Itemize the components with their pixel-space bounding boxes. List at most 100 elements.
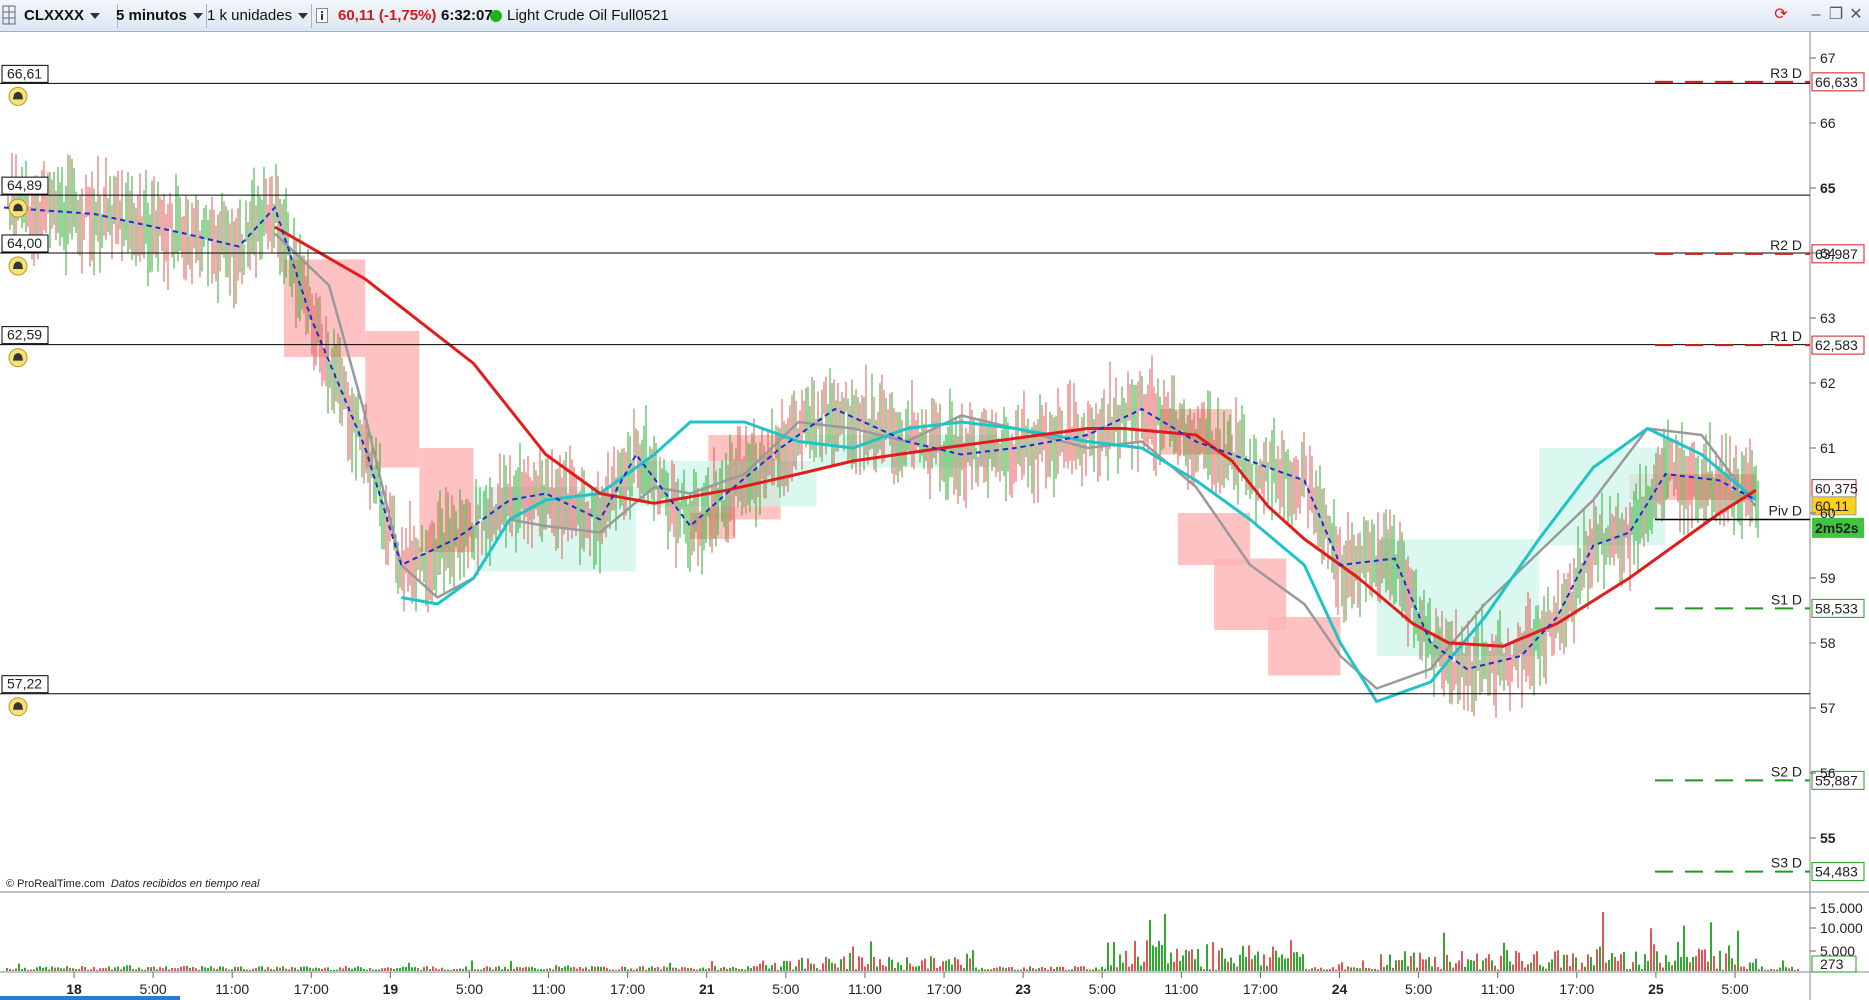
- volume-bar: [1548, 962, 1550, 971]
- volume-bar: [1332, 967, 1334, 971]
- volume-bar: [990, 969, 992, 971]
- volume-bar: [1494, 965, 1496, 971]
- volume-bar: [1020, 969, 1022, 971]
- volume-bar: [1275, 950, 1277, 971]
- timeframe-dropdown[interactable]: 5 minutos: [116, 4, 207, 28]
- volume-bar: [1404, 951, 1406, 971]
- volume-bar: [1710, 922, 1712, 971]
- volume-bar: [462, 968, 464, 971]
- volume-bar: [1209, 969, 1211, 971]
- volume-bar: [1572, 953, 1574, 971]
- volume-bar: [1401, 959, 1403, 971]
- volume-bar: [1014, 969, 1016, 971]
- volume-bar: [45, 966, 47, 971]
- volume-bar: [900, 964, 902, 971]
- volume-bar: [258, 966, 260, 971]
- volume-bar: [834, 963, 836, 971]
- volume-bar: [1182, 955, 1184, 971]
- minimize-icon[interactable]: –: [1807, 6, 1825, 24]
- volume-bar: [594, 966, 596, 971]
- info-icon[interactable]: [316, 4, 330, 28]
- price-tick-label: 64: [1820, 245, 1836, 261]
- volume-bar: [216, 969, 218, 971]
- volume-bar: [1338, 964, 1340, 971]
- volume-bar: [606, 968, 608, 971]
- volume-bar: [735, 967, 737, 971]
- volume-bar: [1665, 955, 1667, 971]
- sync-icon[interactable]: ⟳: [1772, 6, 1790, 24]
- volume-bar: [648, 967, 650, 971]
- volume-bar: [339, 967, 341, 971]
- volume-bar: [1137, 956, 1139, 971]
- volume-bar: [1671, 965, 1673, 971]
- price-chart[interactable]: 66,61 64,89 64,00 62,59 57,22 R3 D 66,633 R2 D…: [0, 32, 1869, 1000]
- time-tick-label: 11:00: [215, 981, 249, 997]
- volume-bar: [696, 969, 698, 971]
- pivot-name: S3 D: [1771, 855, 1802, 871]
- volume-bar: [486, 966, 488, 971]
- volume-tick-label: 15.000: [1820, 900, 1863, 916]
- volume-bar: [1644, 954, 1646, 971]
- volume-bar: [18, 963, 20, 971]
- volume-bar: [1764, 969, 1766, 971]
- volume-bar: [1620, 954, 1622, 971]
- volume-bar: [186, 965, 188, 971]
- volume-bar: [516, 966, 518, 971]
- volume-bar: [1353, 967, 1355, 971]
- volume-bar: [999, 966, 1001, 971]
- volume-bar: [1737, 930, 1739, 971]
- volume-bar: [1008, 967, 1010, 971]
- volume-bar: [540, 969, 542, 971]
- time-tick-label: 17:00: [927, 981, 962, 997]
- bell-icon: [8, 198, 28, 218]
- volume-bar: [1719, 950, 1721, 971]
- volume-bar: [126, 965, 128, 971]
- time-tick-label: 17:00: [610, 981, 645, 997]
- volume-bar: [1152, 945, 1154, 971]
- time-tick-label: 25: [1648, 981, 1664, 997]
- volume-bar: [570, 967, 572, 971]
- alert-label: 57,22: [7, 676, 42, 692]
- volume-bar: [447, 969, 449, 971]
- volume-bar: [1053, 969, 1055, 971]
- volume-bar: [1395, 960, 1397, 971]
- volume-bar: [1503, 942, 1505, 971]
- volume-bar: [1140, 965, 1142, 971]
- volume-bar: [141, 969, 143, 971]
- volume-bar: [1560, 967, 1562, 971]
- volume-bar: [669, 962, 671, 971]
- volume-bar: [1161, 944, 1163, 971]
- volume-bar: [777, 969, 779, 971]
- volume-bar: [132, 969, 134, 971]
- volume-bar: [420, 969, 422, 971]
- volume-bar: [273, 969, 275, 971]
- volume-bar: [948, 959, 950, 971]
- volume-bar: [156, 969, 158, 971]
- volume-bar: [276, 966, 278, 971]
- volume-tick-label: 10.000: [1820, 920, 1863, 936]
- restore-icon[interactable]: ❐: [1827, 6, 1845, 24]
- volume-bar: [1545, 968, 1547, 971]
- symbol-dropdown[interactable]: CLXXXX: [24, 4, 118, 28]
- volume-bar: [600, 966, 602, 971]
- volume-bar: [312, 968, 314, 971]
- volume-bar: [261, 966, 263, 971]
- volume-bar: [1080, 966, 1082, 971]
- volume-bar: [1200, 966, 1202, 971]
- volume-bar: [993, 967, 995, 971]
- volume-bar: [753, 966, 755, 971]
- volume-bar: [1740, 966, 1742, 971]
- volume-bar: [1398, 960, 1400, 971]
- volume-bar: [1593, 965, 1595, 971]
- bell-icon: [8, 86, 28, 106]
- close-icon[interactable]: ✕: [1847, 6, 1865, 24]
- volume-bar: [1215, 969, 1217, 971]
- grid-icon[interactable]: [2, 4, 18, 28]
- pivot-name: S1 D: [1771, 591, 1802, 607]
- volume-bar: [1758, 969, 1760, 971]
- volume-bar: [393, 968, 395, 971]
- volume-bar: [213, 968, 215, 971]
- units-dropdown[interactable]: 1 k unidades: [207, 4, 312, 28]
- volume-bar: [33, 969, 35, 971]
- volume-bar: [744, 969, 746, 971]
